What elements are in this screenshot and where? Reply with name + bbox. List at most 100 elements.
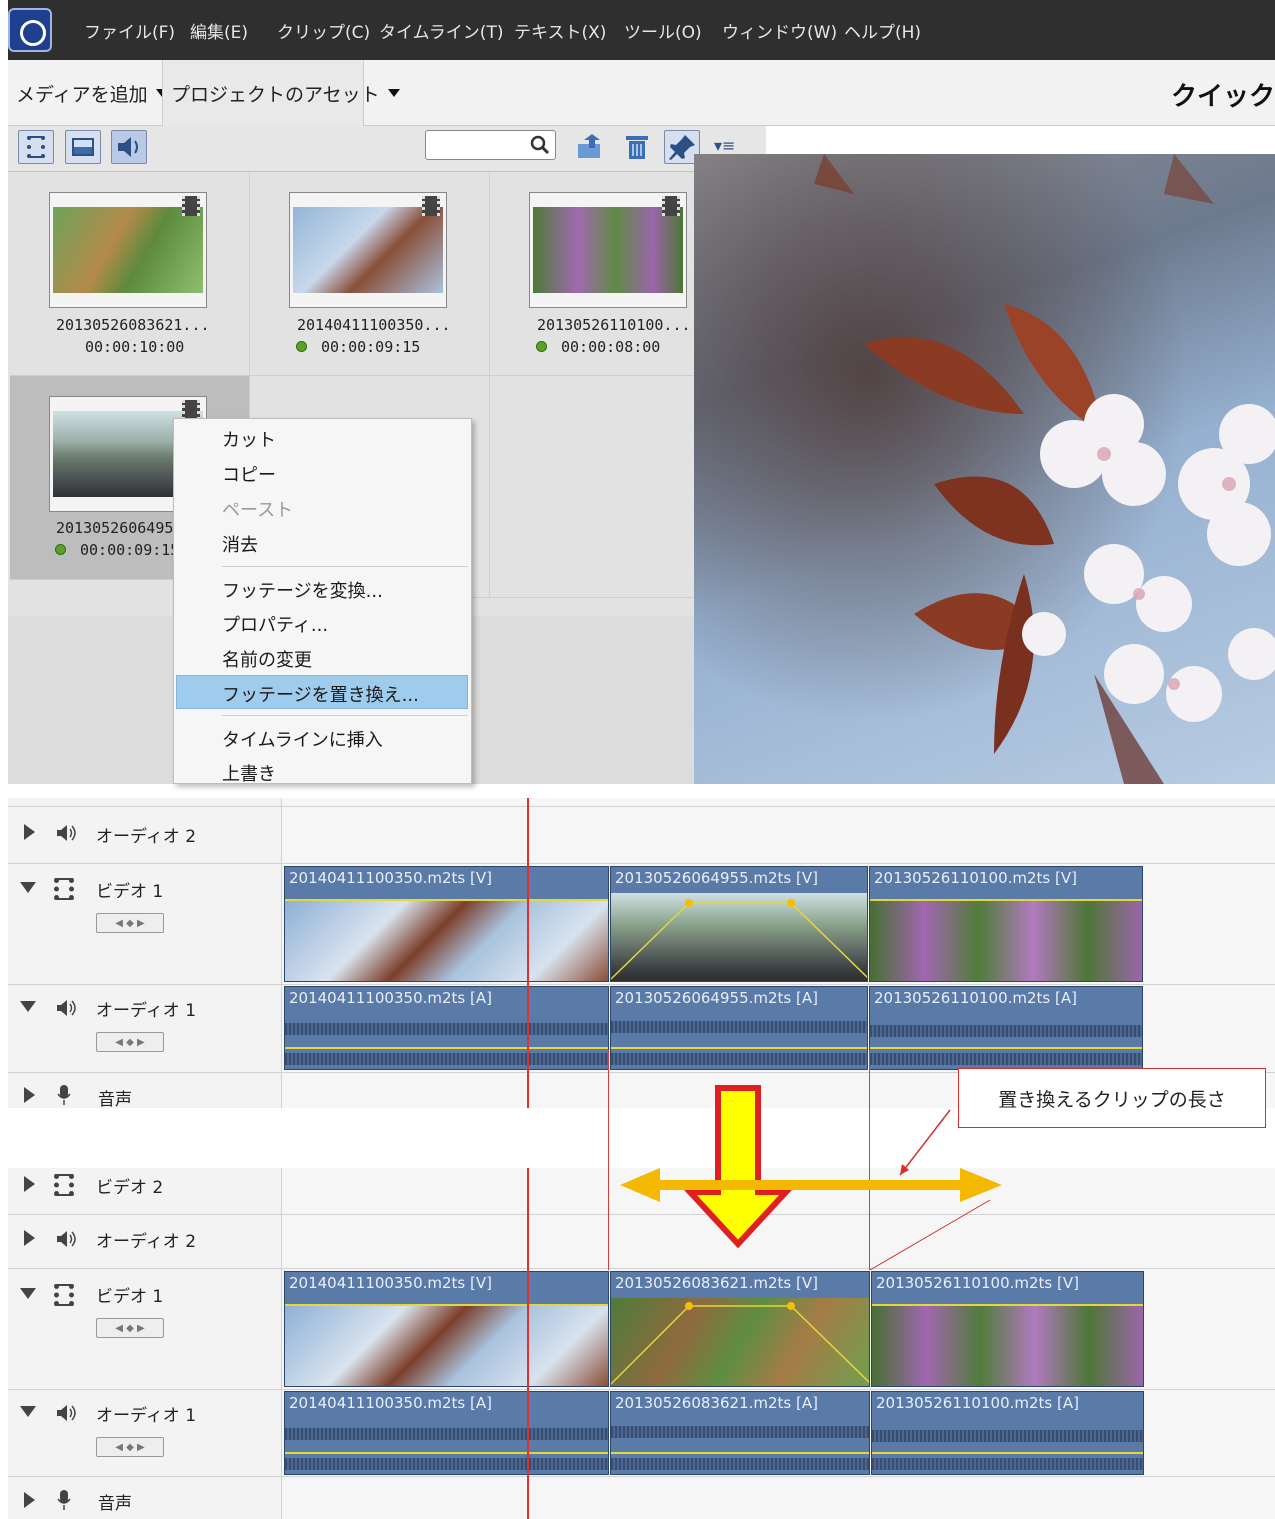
timeline-video-clip[interactable]: 20130526083621.m2ts [V] (610, 1271, 870, 1387)
menu-separator (222, 715, 468, 716)
search-input[interactable] (425, 130, 556, 160)
menu-edit[interactable]: 編集(E) (190, 18, 248, 43)
menu-window[interactable]: ウィンドウ(W) (722, 18, 837, 43)
collapse-track-icon[interactable] (20, 1001, 36, 1012)
menu-tools[interactable]: ツール(O) (624, 18, 702, 43)
timeline-audio-clip[interactable]: 20130526110100.m2ts [A] (871, 1391, 1144, 1475)
film-icon (182, 400, 200, 420)
menu-item-overwrite[interactable]: 上書き (222, 760, 276, 786)
menu-clip[interactable]: クリップ(C) (277, 18, 370, 43)
status-dot-icon (55, 544, 66, 555)
cherry-blossom-image (694, 154, 1275, 784)
menu-separator (222, 566, 468, 567)
track-divider (8, 863, 1275, 864)
menu-file[interactable]: ファイル(F) (84, 18, 175, 43)
project-assets-button[interactable]: プロジェクトのアセット (162, 60, 400, 126)
track-divider (8, 806, 1275, 807)
timeline-video-clip[interactable]: 20130526064955.m2ts [V] (610, 866, 868, 982)
track-headers (8, 1168, 282, 1519)
film-icon (54, 1284, 74, 1306)
timeline-audio-clip[interactable]: 20140411100350.m2ts [A] (284, 1391, 609, 1475)
media-name: 20140411100350... (297, 316, 451, 334)
status-dot-icon (296, 341, 307, 352)
speaker-icon (57, 1231, 76, 1247)
expand-track-icon[interactable] (24, 1087, 35, 1103)
collapse-track-icon[interactable] (20, 1406, 36, 1417)
audio-filter-icon[interactable] (111, 130, 147, 164)
timeline-audio-clip[interactable]: 20130526110100.m2ts [A] (869, 986, 1143, 1070)
track-name: オーディオ 2 (96, 827, 197, 847)
collapse-track-icon[interactable] (20, 882, 36, 893)
add-media-button[interactable]: メディアを追加 (16, 60, 168, 126)
track-name: ビデオ 2 (96, 1178, 164, 1198)
status-dot-icon (536, 341, 547, 352)
track-name: オーディオ 2 (96, 1232, 197, 1252)
timeline-video-clip[interactable]: 20140411100350.m2ts [V] (284, 1271, 609, 1387)
timeline-video-clip[interactable]: 20140411100350.m2ts [V] (284, 866, 609, 982)
expand-track-icon[interactable] (24, 1176, 35, 1192)
export-icon[interactable] (574, 132, 606, 162)
menu-timeline[interactable]: タイムライン(T) (379, 18, 503, 43)
menu-help[interactable]: ヘルプ(H) (844, 18, 921, 43)
film-icon (54, 878, 74, 900)
clip-label: 20140411100350.m2ts [V] (289, 869, 492, 887)
clip-label: 20140411100350.m2ts [V] (289, 1274, 492, 1292)
menu-item-replace-footage[interactable]: フッテージを置き換え... (222, 681, 419, 707)
media-name: 20130526083621... (56, 316, 210, 334)
menu-item-copy[interactable]: コピー (222, 461, 276, 487)
media-duration: 00:00:08:00 (536, 338, 660, 356)
media-duration: 00:00:10:00 (85, 338, 185, 356)
keyframe-navigator[interactable]: ◀ ◆ ▶ (96, 1437, 164, 1457)
track-divider (8, 1476, 1275, 1477)
media-thumbnail[interactable] (289, 192, 447, 308)
image-filter-icon[interactable] (65, 130, 101, 164)
media-thumbnail[interactable] (529, 192, 687, 308)
media-duration: 00:00:09:15 (55, 541, 179, 559)
media-duration: 00:00:09:15 (296, 338, 420, 356)
media-thumbnail[interactable] (49, 192, 207, 308)
media-name: 20130526110100... (537, 316, 691, 334)
timeline-audio-clip[interactable]: 20140411100350.m2ts [A] (284, 986, 609, 1070)
down-arrow-icon (683, 1085, 793, 1249)
menu-item-clear[interactable]: 消去 (222, 531, 258, 557)
trash-icon[interactable] (622, 132, 652, 162)
double-arrow-icon (620, 1168, 1002, 1202)
track-divider (8, 1389, 1275, 1390)
timeline-audio-clip[interactable]: 20130526064955.m2ts [A] (610, 986, 868, 1070)
clip-label: 20130526064955.m2ts [A] (615, 989, 818, 1007)
timeline-audio-clip[interactable]: 20130526083621.m2ts [A] (610, 1391, 870, 1475)
playhead[interactable] (527, 798, 529, 1108)
menu-item-properties[interactable]: プロパティ... (222, 611, 328, 637)
panel-menu-icon[interactable]: ▾≡ (714, 136, 735, 155)
expand-track-icon[interactable] (24, 1492, 35, 1508)
expand-track-icon[interactable] (24, 1230, 35, 1246)
menu-item-insert-timeline[interactable]: タイムラインに挿入 (222, 726, 383, 752)
film-icon (54, 1174, 74, 1196)
timeline-video-clip[interactable]: 20130526110100.m2ts [V] (869, 866, 1143, 982)
keyframe-navigator[interactable]: ◀ ◆ ▶ (96, 1318, 164, 1338)
menu-item-rename[interactable]: 名前の変更 (222, 646, 312, 672)
clip-label: 20130526064955.m2ts [V] (615, 869, 818, 887)
playhead[interactable] (527, 1168, 529, 1519)
video-filter-icon[interactable] (18, 130, 54, 164)
collapse-track-icon[interactable] (20, 1288, 36, 1299)
clip-label: 20130526083621.m2ts [V] (615, 1274, 818, 1292)
speaker-icon (57, 1405, 76, 1421)
project-assets-label: プロジェクトのアセット (171, 83, 380, 106)
add-media-label: メディアを追加 (16, 83, 148, 106)
microphone-icon (57, 1490, 71, 1510)
keyframe-navigator[interactable]: ◀ ◆ ▶ (96, 1032, 164, 1052)
expand-track-icon[interactable] (24, 824, 35, 840)
quick-mode-tab[interactable]: クイック (1171, 76, 1275, 113)
clip-label: 20130526110100.m2ts [V] (874, 869, 1077, 887)
track-name: オーディオ 1 (96, 1001, 197, 1021)
menu-item-cut[interactable]: カット (222, 426, 276, 452)
app-logo-icon[interactable] (8, 8, 52, 52)
timeline-video-clip[interactable]: 20130526110100.m2ts [V] (871, 1271, 1144, 1387)
menu-item-convert-footage[interactable]: フッテージを変換... (222, 577, 383, 603)
film-icon (422, 196, 440, 216)
track-name: 音声 (98, 1090, 132, 1110)
track-name: ビデオ 1 (96, 1287, 164, 1307)
keyframe-navigator[interactable]: ◀ ◆ ▶ (96, 913, 164, 933)
menu-text[interactable]: テキスト(X) (514, 18, 606, 43)
